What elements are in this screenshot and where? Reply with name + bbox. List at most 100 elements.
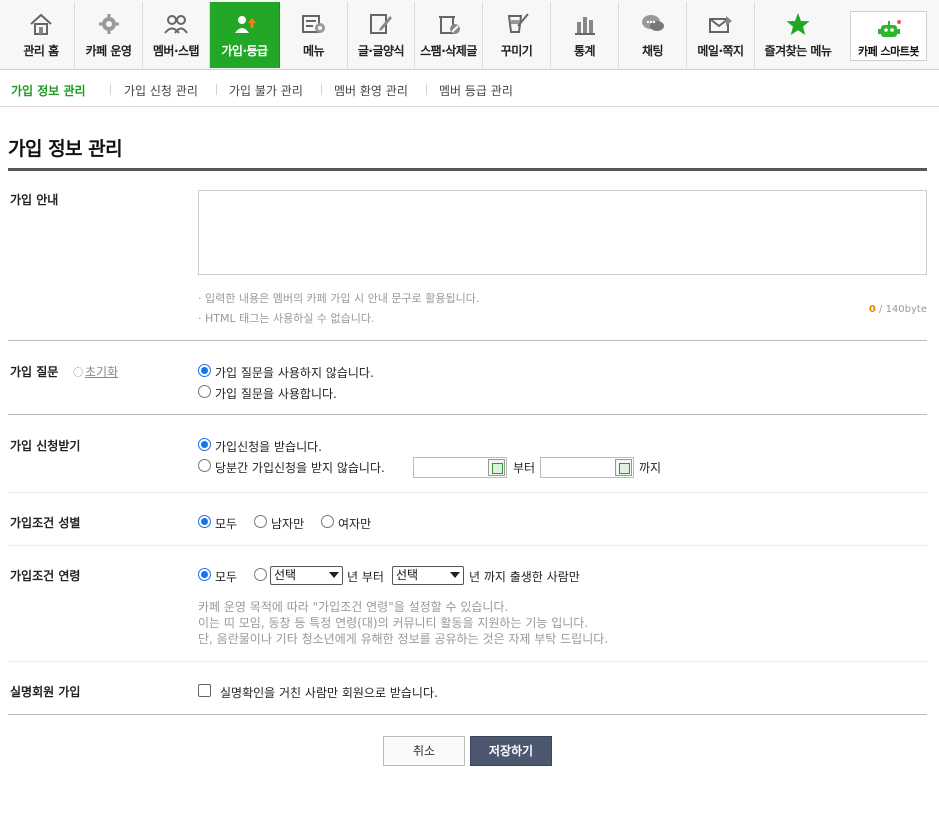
members-icon (164, 15, 188, 34)
nav-item-statistics[interactable]: 통계 (551, 2, 619, 68)
nav-item-posts[interactable]: 글·글양식 (348, 2, 415, 68)
nav-label: 카페 운영 (85, 44, 132, 58)
save-button[interactable]: 저장하기 (470, 736, 552, 766)
gender-radio-male[interactable] (254, 515, 267, 528)
join-question-label: 가입 질문 (10, 365, 59, 379)
select-value: 선택 (396, 568, 419, 582)
subnav-divider (216, 84, 217, 95)
end-date-input[interactable] (540, 457, 634, 478)
nav-label: 통계 (573, 44, 596, 58)
nav-item-join-grade[interactable]: 가입·등급 (210, 2, 280, 68)
menu-settings-icon (301, 15, 325, 33)
age-from-text: 년 부터 (347, 570, 384, 584)
pencil-icon (370, 14, 392, 34)
nav-item-admin-home[interactable]: 관리 홈 (8, 2, 75, 68)
join-question-option: 가입 질문을 사용하지 않습니다. (215, 366, 374, 380)
age-note: 이는 띠 모임, 동창 등 특정 연령(대)의 커뮤니티 활동을 지원하는 기능… (198, 616, 589, 630)
byte-count-value: 0 (868, 304, 876, 315)
subnav-item-join-blocked[interactable]: 가입 불가 관리 (229, 82, 303, 99)
calendar-icon[interactable] (615, 459, 632, 476)
calendar-icon[interactable] (488, 459, 505, 476)
robot-icon (877, 20, 901, 37)
age-option: 모두 (215, 570, 238, 584)
age-to-text: 년 까지 출생한 사람만 (469, 570, 580, 584)
join-apply-label: 가입 신청받기 (10, 439, 81, 453)
join-question-option: 가입 질문을 사용합니다. (215, 387, 337, 401)
section-divider (8, 414, 927, 415)
gender-radio-all[interactable] (198, 515, 211, 528)
section-divider (8, 661, 927, 662)
birth-year-end-select[interactable]: 선택 (392, 566, 464, 585)
nav-item-smartbot[interactable]: 카페 스마트봇 (850, 11, 927, 61)
subnav-item-join-requests[interactable]: 가입 신청 관리 (124, 82, 198, 99)
nav-label: 메뉴 (302, 44, 325, 58)
nav-label: 즐겨찾는 메뉴 (764, 44, 832, 58)
subnav-item-member-grade[interactable]: 멤버 등급 관리 (439, 82, 513, 99)
refresh-icon (73, 367, 83, 377)
star-icon (786, 13, 810, 35)
bar-chart-icon (574, 17, 595, 35)
nav-label: 가입·등급 (221, 44, 268, 58)
gender-radio-female[interactable] (321, 515, 334, 528)
join-apply-radio-suspend[interactable] (198, 459, 211, 472)
nav-item-cafe-operation[interactable]: 카페 운영 (75, 2, 143, 68)
start-date-input[interactable] (413, 457, 507, 478)
subnav-divider (321, 84, 322, 95)
real-name-checkbox[interactable] (198, 684, 211, 697)
paint-icon (507, 13, 529, 33)
age-note: 카페 운영 목적에 따라 "가입조건 연령"을 설정할 수 있습니다. (198, 600, 509, 614)
from-label: 부터 (513, 461, 536, 475)
join-guide-note: · 입력한 내용은 멤버의 카페 가입 시 안내 문구로 활용됩니다. (198, 292, 480, 305)
reset-link[interactable]: 초기화 (73, 363, 118, 380)
nav-label: 카페 스마트봇 (857, 45, 920, 58)
section-divider (8, 714, 927, 715)
nav-label: 꾸미기 (500, 44, 533, 58)
gender-option: 여자만 (338, 517, 372, 531)
user-up-icon (234, 16, 256, 33)
sub-navigation: 가입 정보 관리 가입 신청 관리 가입 불가 관리 멤버 환영 관리 멤버 등… (0, 70, 939, 107)
gender-option: 모두 (215, 517, 238, 531)
birth-year-start-select[interactable]: 선택 (270, 566, 343, 585)
real-name-label: 실명회원 가입 (10, 685, 81, 699)
nav-item-members-staff[interactable]: 멤버·스탭 (143, 2, 210, 68)
join-guide-textarea[interactable] (198, 190, 927, 275)
nav-label: 스팸·삭제글 (420, 44, 477, 58)
join-question-radio-on[interactable] (198, 385, 211, 398)
title-divider (8, 168, 927, 171)
age-radio-all[interactable] (198, 568, 211, 581)
chat-icon (641, 15, 664, 31)
home-icon (30, 13, 52, 35)
join-apply-option: 당분간 가입신청을 받지 않습니다. (215, 461, 385, 475)
section-divider (8, 492, 927, 493)
subnav-divider (426, 84, 427, 95)
gender-option: 남자만 (271, 517, 305, 531)
trash-icon (438, 16, 460, 34)
gender-condition-label: 가입조건 성별 (10, 516, 81, 530)
subnav-item-join-info[interactable]: 가입 정보 관리 (11, 82, 86, 99)
nav-item-spam-deleted[interactable]: 스팸·삭제글 (415, 2, 483, 68)
mail-icon (708, 16, 732, 33)
chevron-down-icon (329, 572, 339, 578)
nav-item-favorites[interactable]: 즐겨찾는 메뉴 (755, 2, 841, 68)
nav-label: 멤버·스탭 (152, 44, 200, 58)
byte-limit: / 140byte (875, 304, 927, 315)
nav-item-chat[interactable]: 채팅 (619, 2, 687, 68)
subnav-item-member-welcome[interactable]: 멤버 환영 관리 (334, 82, 408, 99)
chevron-down-icon (450, 572, 460, 578)
reset-label: 초기화 (85, 365, 119, 379)
join-apply-radio-accept[interactable] (198, 438, 211, 451)
gear-icon (98, 14, 119, 34)
nav-item-mail-message[interactable]: 메일·쪽지 (687, 2, 755, 68)
section-divider (8, 340, 927, 341)
nav-label: 메일·쪽지 (697, 44, 744, 58)
join-question-radio-off[interactable] (198, 364, 211, 377)
nav-item-decorate[interactable]: 꾸미기 (483, 2, 551, 68)
to-label: 까지 (639, 461, 662, 475)
subnav-divider (110, 84, 111, 95)
cancel-button[interactable]: 취소 (383, 736, 465, 766)
age-radio-range[interactable] (254, 568, 267, 581)
join-guide-note: · HTML 태그는 사용하실 수 없습니다. (198, 312, 375, 325)
nav-label: 글·글양식 (357, 44, 405, 58)
byte-counter: 0 / 140byte (869, 304, 927, 315)
nav-item-menu[interactable]: 메뉴 (280, 2, 348, 68)
